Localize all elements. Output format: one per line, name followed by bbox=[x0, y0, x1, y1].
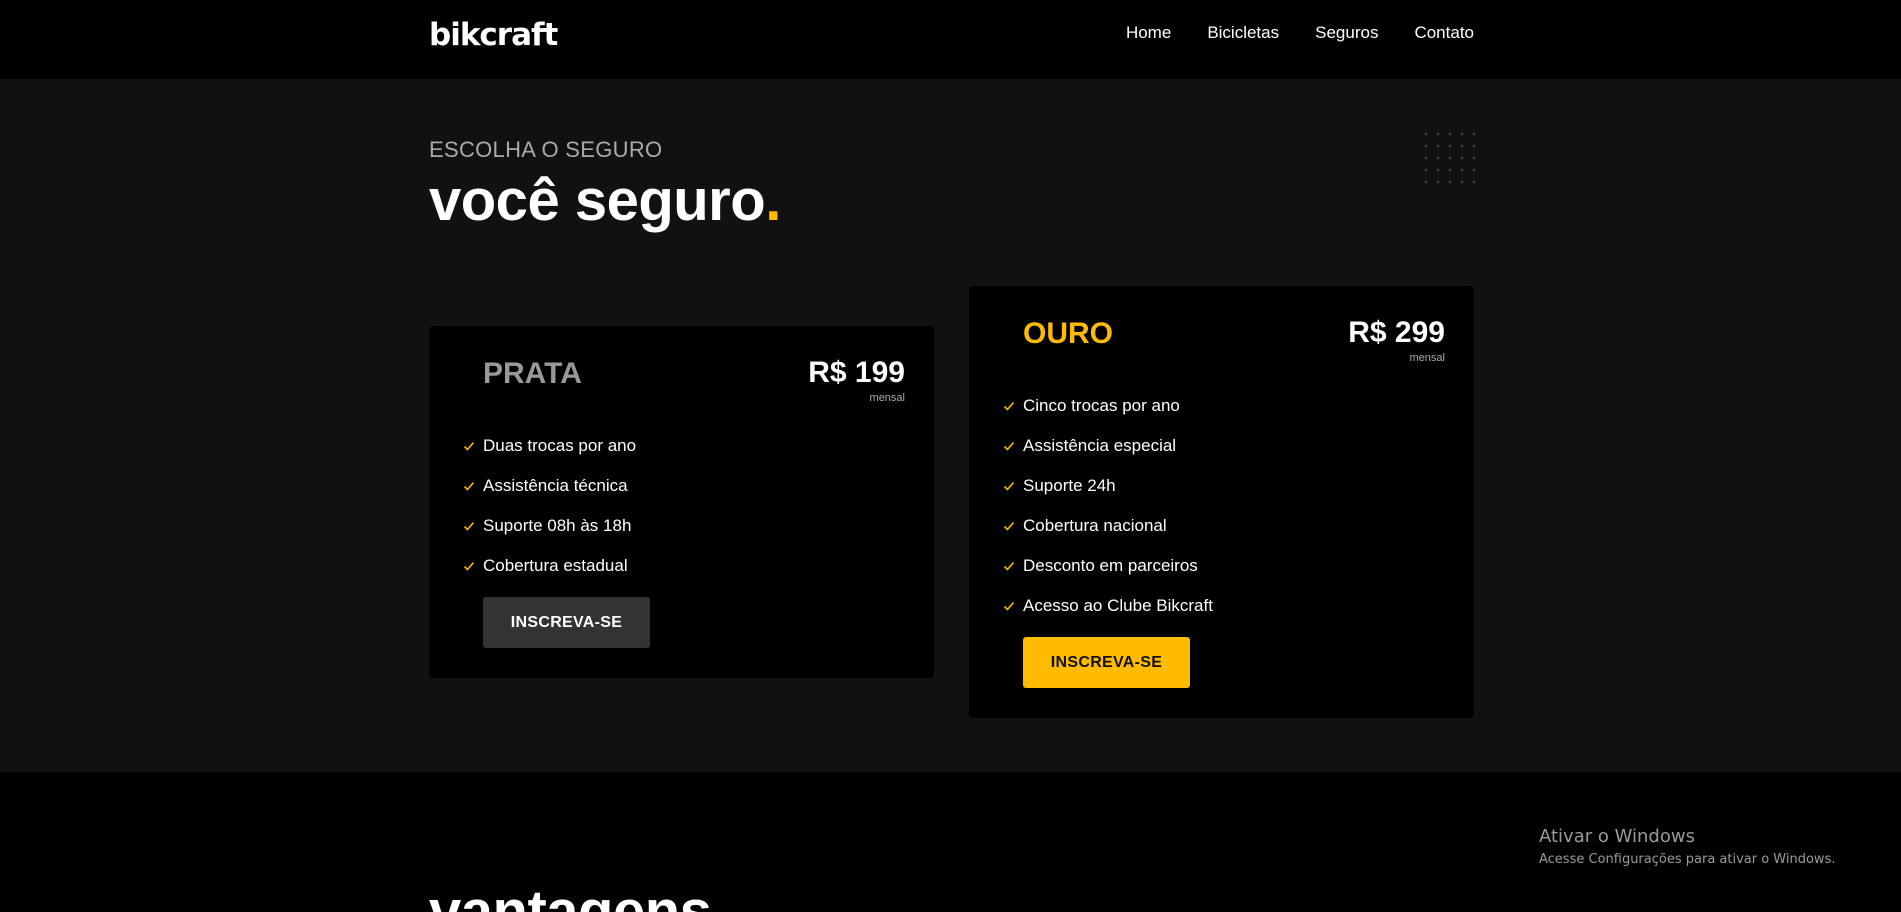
advantages-title: vantagens bbox=[429, 879, 712, 912]
feature-label: Acesso ao Clube Bikcraft bbox=[1023, 596, 1213, 615]
feature-list: Cinco trocas por ano Assistência especia… bbox=[1003, 386, 1213, 626]
check-icon bbox=[1003, 441, 1015, 451]
page-title-text: você seguro bbox=[429, 168, 766, 233]
watermark-title: Ativar o Windows bbox=[1539, 826, 1695, 847]
feature-item: Acesso ao Clube Bikcraft bbox=[1003, 586, 1213, 626]
plan-name: OURO bbox=[1023, 317, 1113, 350]
check-icon bbox=[463, 441, 475, 451]
check-icon bbox=[463, 481, 475, 491]
feature-item: Suporte 08h às 18h bbox=[463, 506, 636, 546]
check-icon bbox=[1003, 521, 1015, 531]
feature-item: Duas trocas por ano bbox=[463, 426, 636, 466]
dot-grid-icon bbox=[1424, 132, 1476, 184]
feature-item: Cinco trocas por ano bbox=[1003, 386, 1213, 426]
feature-item: Desconto em parceiros bbox=[1003, 546, 1213, 586]
page-title: você seguro. bbox=[429, 167, 781, 234]
check-icon bbox=[1003, 601, 1015, 611]
subscribe-button-ouro[interactable]: INSCREVA-SE bbox=[1023, 637, 1190, 688]
plan-period: mensal bbox=[869, 392, 905, 404]
plan-card-ouro: OURO R$ 299 mensal Cinco trocas por ano … bbox=[969, 286, 1474, 718]
plan-card-prata: PRATA R$ 199 mensal Duas trocas por ano … bbox=[429, 326, 934, 678]
nav-seguros[interactable]: Seguros bbox=[1315, 23, 1378, 43]
subscribe-button-prata[interactable]: INSCREVA-SE bbox=[483, 597, 650, 648]
windows-activation-watermark: Ativar o Windows Acesse Configurações pa… bbox=[1539, 826, 1835, 867]
check-icon bbox=[463, 521, 475, 531]
check-icon bbox=[1003, 561, 1015, 571]
site-header: bikcraft Home Bicicletas Seguros Contato bbox=[0, 0, 1901, 79]
feature-item: Assistência especial bbox=[1003, 426, 1213, 466]
check-icon bbox=[463, 561, 475, 571]
feature-label: Cobertura nacional bbox=[1023, 516, 1167, 535]
nav-home[interactable]: Home bbox=[1126, 23, 1171, 43]
title-dot: . bbox=[765, 168, 781, 233]
nav-contato[interactable]: Contato bbox=[1414, 23, 1474, 43]
feature-item: Cobertura estadual bbox=[463, 546, 636, 586]
feature-label: Suporte 08h às 18h bbox=[483, 516, 632, 535]
main-nav: Home Bicicletas Seguros Contato bbox=[1126, 23, 1474, 43]
nav-bicicletas[interactable]: Bicicletas bbox=[1207, 23, 1279, 43]
plan-period: mensal bbox=[1409, 352, 1445, 364]
feature-label: Desconto em parceiros bbox=[1023, 556, 1198, 575]
check-icon bbox=[1003, 481, 1015, 491]
check-icon bbox=[1003, 401, 1015, 411]
feature-label: Assistência técnica bbox=[483, 476, 628, 495]
insurance-section bbox=[0, 79, 1901, 772]
feature-label: Cinco trocas por ano bbox=[1023, 396, 1180, 415]
plan-price: R$ 199 bbox=[808, 356, 905, 389]
logo[interactable]: bikcraft bbox=[429, 17, 558, 53]
section-eyebrow: ESCOLHA O SEGURO bbox=[429, 137, 663, 162]
feature-item: Cobertura nacional bbox=[1003, 506, 1213, 546]
watermark-subtitle: Acesse Configurações para ativar o Windo… bbox=[1539, 852, 1836, 867]
feature-item: Suporte 24h bbox=[1003, 466, 1213, 506]
feature-label: Suporte 24h bbox=[1023, 476, 1116, 495]
feature-label: Cobertura estadual bbox=[483, 556, 628, 575]
plan-name: PRATA bbox=[483, 357, 582, 390]
feature-item: Assistência técnica bbox=[463, 466, 636, 506]
feature-label: Assistência especial bbox=[1023, 436, 1177, 455]
feature-label: Duas trocas por ano bbox=[483, 436, 637, 455]
plan-price: R$ 299 bbox=[1348, 316, 1445, 349]
feature-list: Duas trocas por ano Assistência técnica … bbox=[463, 426, 636, 586]
